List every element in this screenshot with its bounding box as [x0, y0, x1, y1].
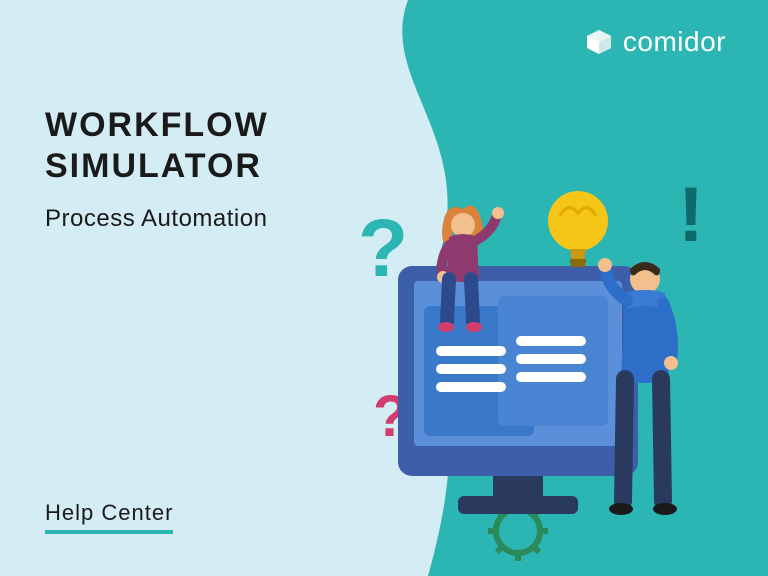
- svg-text:!: !: [678, 170, 704, 258]
- logo-mark-icon: [585, 28, 613, 56]
- hero-illustration: ? ? ? !: [318, 146, 738, 566]
- svg-text:?: ?: [673, 432, 710, 499]
- heading-block: WORKFLOW SIMULATOR Process Automation: [45, 105, 269, 233]
- page-subtitle: Process Automation: [45, 205, 269, 233]
- page-title: WORKFLOW SIMULATOR: [45, 105, 269, 187]
- title-line-1: WORKFLOW: [45, 106, 269, 144]
- logo-text: comidor: [623, 26, 726, 58]
- title-line-2: SIMULATOR: [45, 147, 262, 185]
- help-center-label: Help Center: [45, 500, 173, 534]
- brand-logo: comidor: [585, 26, 726, 58]
